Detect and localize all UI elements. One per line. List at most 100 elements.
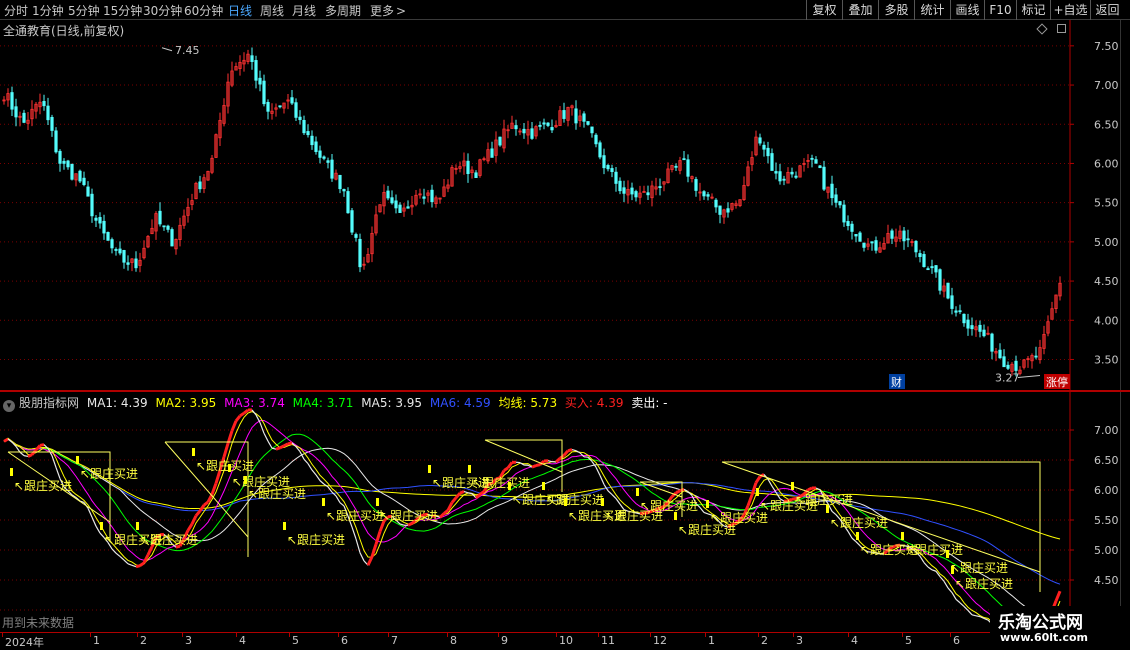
candle-body [930,266,934,269]
ma1-segment [111,548,117,554]
period-tab-30min[interactable]: 30分钟 [143,2,182,19]
time-axis-label: 2 [761,634,768,647]
candle-body [970,325,974,330]
candle-body [990,333,994,352]
fuquan-button[interactable]: 复权 [806,0,842,20]
period-tab-60min[interactable]: 60分钟 [184,2,223,19]
candle-body [962,313,966,324]
candle-body [354,234,358,238]
indicator-tick-label: 5.50 [1094,514,1119,527]
ma1-segment [303,458,309,465]
gear-icon[interactable]: ▾ [3,400,15,412]
indicator-tick-label: 6.00 [1094,484,1119,497]
period-tab-5min[interactable]: 5分钟 [68,2,100,19]
candle-body [582,113,586,122]
candle-body [98,217,102,224]
candle-body [926,268,930,271]
buy-signal-label: ↖跟庄买进 [380,508,438,523]
time-axis-label: 1 [708,634,715,647]
time-axis-tick [338,633,339,637]
time-axis-label: 5 [292,634,299,647]
watermark-url: www.60lt.com [1000,631,1089,644]
buy-signal-marker [791,482,794,490]
ma1-segment [503,466,509,472]
candle-body [406,206,410,209]
ma1-segment [754,475,762,484]
indicator-chart[interactable]: 7.006.506.005.505.004.504.00↖跟庄买进↖跟庄买进↖跟… [0,392,1130,632]
buy-value: 买入: 4.39 [564,396,624,410]
period-tab-1min[interactable]: 1分钟 [32,2,64,19]
buy-signal-label: ↖跟庄买进 [950,560,1008,575]
candle-body [386,190,390,199]
time-axis-label: 6 [341,634,348,647]
price-chart-panel[interactable]: 7.50 7.00 6.50 6.00 5.50 5.00 4.50 4.00 3.50 7.45… [0,20,1130,390]
overlay-button[interactable]: 叠加 [842,0,878,20]
candle-body [810,157,814,160]
time-axis-label: 1 [93,634,100,647]
period-tab-monthly[interactable]: 月线 [292,2,316,19]
candle-body [778,171,782,182]
candle-body [54,130,58,153]
ma1-segment [599,475,605,485]
time-axis[interactable]: 2024年 1 2 3 4 5 6 7 8 9 10 11 12 1 2 3 4 5 6 [0,632,1070,650]
candle-body [590,126,594,134]
candle-body [682,158,686,161]
buy-signal-marker [283,522,286,530]
indicator-name[interactable]: 股朋指标网 [19,396,79,410]
candle-body [66,160,70,168]
time-axis-tick [388,633,389,637]
candle-body [630,187,634,195]
ma1-segment [611,494,617,499]
more-label: 更多 [370,4,395,18]
candle-body [702,191,706,197]
ma1-segment [975,615,981,618]
candle-body [762,144,766,150]
ma1-segment [454,492,462,499]
back-button[interactable]: 返回 [1090,0,1124,20]
price-tick-label: 4.00 [1094,314,1119,327]
period-tab-more[interactable]: 更多 > [370,2,406,19]
ma1-segment [955,598,961,604]
ma1-segment [186,523,194,532]
candle-body [90,193,94,217]
maximize-icon[interactable] [1057,24,1066,33]
ma1-segment [234,414,242,422]
candlestick-chart[interactable]: 7.50 7.00 6.50 6.00 5.50 5.00 4.50 4.00 3.50 7.45… [0,20,1130,390]
ma1-segment [939,576,945,582]
candle-body [58,150,62,164]
ma1-segment [699,507,705,513]
candle-body [934,265,938,273]
candle-body [714,199,718,208]
price-tick-label: 4.50 [1094,275,1119,288]
time-axis-tick [556,633,557,637]
mark-button[interactable]: 标记 [1016,0,1050,20]
period-tab-15min[interactable]: 15分钟 [103,2,142,19]
candle-body [350,210,354,233]
candle-body [294,102,298,118]
ma1-segment [135,564,141,569]
ma1-segment [851,537,857,543]
f10-button[interactable]: F10 [984,0,1016,20]
period-tab-multi[interactable]: 多周期 [325,2,361,19]
period-tab-weekly[interactable]: 周线 [260,2,284,19]
candle-body [542,122,546,125]
ma1-segment [562,449,570,457]
period-tab-fenshi[interactable]: 分时 [4,2,28,19]
candle-body [870,241,874,244]
multi-stock-button[interactable]: 多股 [878,0,914,20]
ma1-segment [567,448,573,453]
time-axis-tick [182,633,183,637]
statistics-button[interactable]: 统计 [914,0,950,20]
period-tab-daily[interactable]: 日线 [228,2,252,19]
time-axis-tick [758,633,759,637]
ma6-line [3,438,1061,585]
candle-body [1014,360,1018,371]
indicator-panel[interactable]: 7.006.506.005.505.004.504.00↖跟庄买进↖跟庄买进↖跟… [0,392,1130,632]
buy-signal-label: ↖跟庄买进 [955,576,1013,591]
high-price-label: 7.45 [175,44,200,57]
draw-line-button[interactable]: 画线 [950,0,984,20]
add-watchlist-button[interactable]: +自选 [1050,0,1090,20]
buy-signal-label: ↖跟庄买进 [248,486,306,501]
ma1-segment [450,496,458,504]
time-axis-tick [289,633,290,637]
